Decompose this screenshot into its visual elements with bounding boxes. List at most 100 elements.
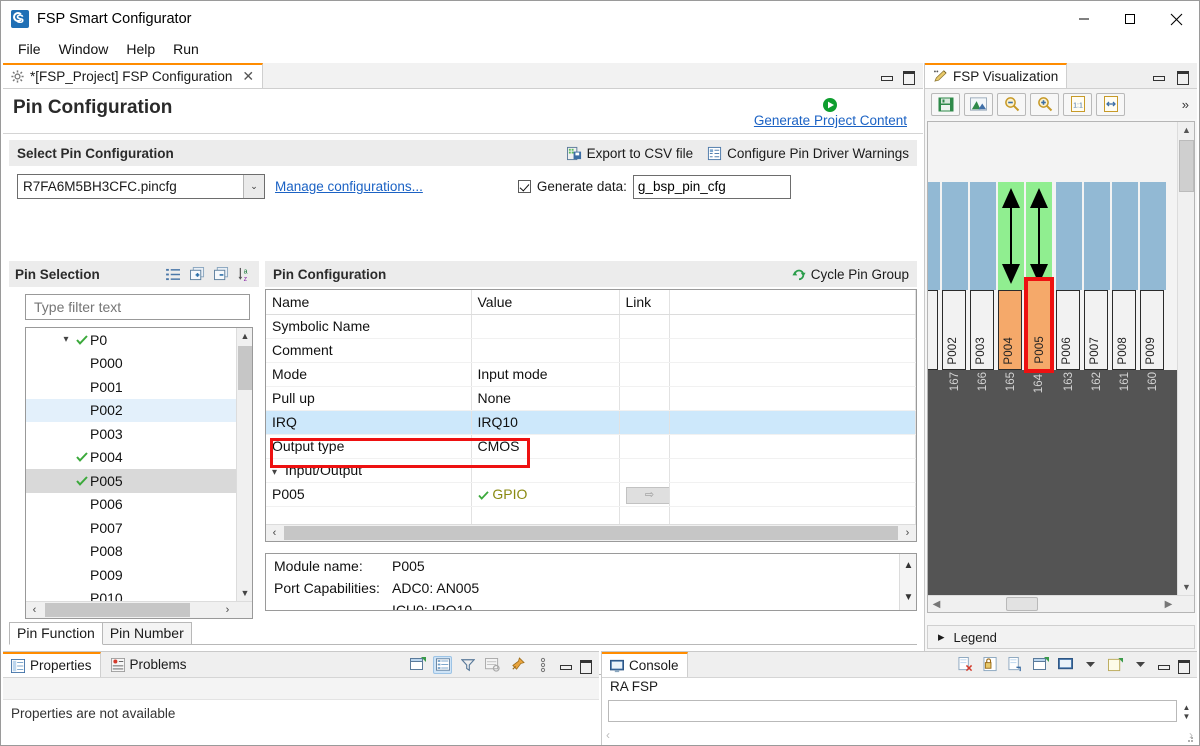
scroll-down-icon[interactable]: ▼ xyxy=(237,585,252,601)
tab-console[interactable]: Console xyxy=(602,652,688,677)
scroll-down-icon[interactable]: ▼ xyxy=(1183,712,1191,721)
chevron-down-icon[interactable]: ▾ xyxy=(58,334,74,345)
scroll-up-icon[interactable]: ▲ xyxy=(237,328,252,344)
tab-properties[interactable]: Properties xyxy=(3,652,101,677)
actual-size-icon[interactable]: 1:1 xyxy=(1063,92,1092,116)
properties-minimize-icon[interactable] xyxy=(558,658,572,672)
configure-pin-driver-warnings-button[interactable]: Configure Pin Driver Warnings xyxy=(707,146,909,161)
row-value[interactable] xyxy=(471,314,620,339)
properties-maximize-icon[interactable] xyxy=(578,658,592,674)
restore-icon[interactable] xyxy=(483,656,502,674)
filter-icon[interactable] xyxy=(458,656,477,674)
scroll-up-icon[interactable]: ▲ xyxy=(900,556,916,574)
console-minimize-icon[interactable] xyxy=(1156,658,1170,672)
list-icon[interactable] xyxy=(166,268,181,281)
visualization-horizontal-scrollbar[interactable]: ◀ ▶ xyxy=(928,595,1194,612)
tree-item-p006[interactable]: P006 xyxy=(26,493,236,517)
tree-item-p005[interactable]: P005 xyxy=(26,469,236,493)
scroll-left-icon[interactable]: ‹ xyxy=(26,602,43,618)
minimize-button[interactable] xyxy=(1061,1,1107,37)
table-row[interactable]: P005 GPIO ⇨ xyxy=(266,482,916,507)
row-value[interactable]: GPIO xyxy=(471,482,620,507)
scroll-thumb-h[interactable] xyxy=(284,526,898,540)
zoom-out-icon[interactable] xyxy=(997,92,1026,116)
pin-configuration-table[interactable]: Name Value Link Symbolic Name Comment Mo… xyxy=(265,289,917,542)
menu-window[interactable]: Window xyxy=(50,39,118,59)
save-image-icon[interactable] xyxy=(931,92,960,116)
row-link[interactable]: ⇨ xyxy=(619,482,670,507)
scroll-down-icon[interactable]: ▼ xyxy=(1178,579,1194,595)
tab-pin-function[interactable]: Pin Function xyxy=(9,622,103,645)
scroll-left-icon[interactable]: ‹ xyxy=(606,728,610,742)
tree-item-p004[interactable]: P004 xyxy=(26,446,236,470)
table-row[interactable]: Pull up None xyxy=(266,386,916,411)
scroll-thumb-h[interactable] xyxy=(45,603,190,617)
view-menu-icon[interactable] xyxy=(533,656,552,674)
menu-help[interactable]: Help xyxy=(117,39,164,59)
tree-item-p008[interactable]: P008 xyxy=(26,540,236,564)
editor-tab-close-icon[interactable]: ✕ xyxy=(238,68,254,85)
play-icon[interactable] xyxy=(821,97,839,113)
tree-horizontal-scrollbar[interactable]: ‹ › xyxy=(26,601,252,618)
new-console-icon[interactable] xyxy=(1106,656,1125,674)
show-categories-icon[interactable] xyxy=(433,655,452,674)
new-view-icon[interactable] xyxy=(408,656,427,674)
console-horizontal-scrollbar[interactable]: ‹ › xyxy=(606,727,1193,743)
console-vertical-scrollbar[interactable]: ▲ ▼ xyxy=(1179,700,1194,724)
table-row-irq-selected[interactable]: IRQ IRQ10 xyxy=(266,410,916,435)
pin-column-p008[interactable]: P008 161 xyxy=(1112,122,1138,391)
zoom-in-icon[interactable] xyxy=(1030,92,1059,116)
scroll-left-icon[interactable]: ‹ xyxy=(266,525,283,541)
scroll-up-icon[interactable]: ▲ xyxy=(1178,122,1194,138)
dropdown2-icon[interactable] xyxy=(1131,656,1150,674)
scroll-thumb[interactable] xyxy=(1179,140,1194,192)
tab-pin-number[interactable]: Pin Number xyxy=(101,622,192,644)
cycle-pin-group-button[interactable]: Cycle Pin Group xyxy=(792,267,909,282)
console-output-area[interactable] xyxy=(608,700,1177,722)
table-row[interactable]: Comment xyxy=(266,338,916,363)
pincfg-select[interactable]: R7FA6M5BH3CFC.pincfg ⌄ xyxy=(17,174,265,199)
tree-vertical-scrollbar[interactable]: ▲ ▼ xyxy=(236,328,252,601)
tab-problems[interactable]: Problems xyxy=(100,652,195,677)
table-row[interactable]: Symbolic Name xyxy=(266,314,916,339)
tab-fsp-visualization[interactable]: FSP Visualization xyxy=(925,63,1068,88)
open-console-icon[interactable] xyxy=(1031,656,1050,674)
pin-column-p009[interactable]: P009 160 xyxy=(1140,122,1166,391)
scroll-up-icon[interactable]: ▲ xyxy=(1183,703,1191,712)
editor-minimize-icon[interactable] xyxy=(879,69,893,83)
close-button[interactable] xyxy=(1153,1,1199,37)
pin-diagram[interactable]: P002 167 P003 166 P004 165 P005 164 P006… xyxy=(928,122,1177,595)
table-row[interactable]: Mode Input mode xyxy=(266,362,916,387)
pin-column-p002[interactable]: P002 167 xyxy=(942,122,968,391)
column-header-blank[interactable] xyxy=(669,290,916,315)
row-value[interactable] xyxy=(471,338,620,363)
generate-project-content-link[interactable]: Generate Project Content xyxy=(754,113,907,128)
pin-filter-input[interactable] xyxy=(32,298,249,316)
show-console-icon[interactable] xyxy=(1006,656,1025,674)
pin-selection-tree[interactable]: ▾ P0 P000 P001 P002 P003 P004 P005 P006 … xyxy=(25,327,253,619)
generate-data-input[interactable] xyxy=(632,174,791,199)
visualization-vertical-scrollbar[interactable]: ▲ ▼ xyxy=(1177,122,1194,595)
pin-column-p004[interactable]: P004 P004 xyxy=(998,122,1024,391)
scroll-thumb-h[interactable] xyxy=(1006,597,1038,611)
legend-section[interactable]: ▸ Legend xyxy=(927,625,1195,649)
export-to-csv-button[interactable]: Export to CSV file xyxy=(566,146,693,161)
tree-item-p007[interactable]: P007 xyxy=(26,516,236,540)
tree-item-p000[interactable]: P000 xyxy=(26,352,236,376)
lock-scroll-icon[interactable] xyxy=(981,656,1000,674)
column-header-name[interactable]: Name xyxy=(266,290,472,315)
pin-filter-box[interactable] xyxy=(25,294,250,320)
module-info-scrollbar[interactable]: ▲ ▼ xyxy=(899,554,916,610)
column-header-value[interactable]: Value xyxy=(471,290,620,315)
tree-item-p002[interactable]: P002 xyxy=(26,398,236,422)
sort-az-icon[interactable]: a z xyxy=(238,267,253,282)
menu-run[interactable]: Run xyxy=(164,39,208,59)
toolbar-overflow-icon[interactable]: » xyxy=(1182,97,1191,112)
row-value[interactable]: None xyxy=(471,386,620,411)
dropdown-icon[interactable] xyxy=(1081,656,1100,674)
pin-column-partial[interactable] xyxy=(928,122,940,382)
pin-column-p005-selected[interactable]: P005 P005 xyxy=(1024,122,1054,393)
maximize-button[interactable] xyxy=(1107,1,1153,37)
tree-item-p010[interactable]: P010 xyxy=(26,587,236,601)
row-value[interactable]: Input mode xyxy=(471,362,620,387)
